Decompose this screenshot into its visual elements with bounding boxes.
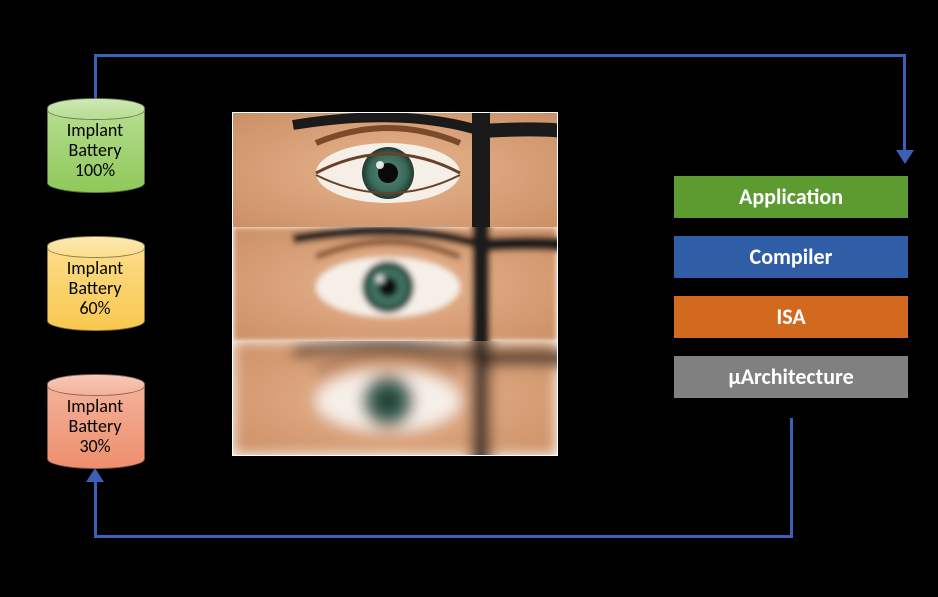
- battery-100-label: Implant: [47, 120, 143, 140]
- arrow-top-vert-right: [903, 54, 906, 152]
- arrow-top-horiz: [94, 54, 906, 57]
- arrow-bot-horiz: [94, 535, 793, 538]
- battery-100-label2: Battery: [47, 140, 143, 160]
- battery-60: Implant Battery 60%: [47, 246, 143, 330]
- eye-image-medium: [233, 227, 557, 341]
- arrow-bot-vert-left: [94, 480, 97, 538]
- eye-image-sharp: [233, 113, 557, 227]
- stack-application-label: Application: [739, 183, 843, 210]
- stack-compiler-label: Compiler: [750, 243, 833, 270]
- stack-isa-label: ISA: [776, 303, 805, 330]
- stack-compiler: Compiler: [672, 234, 910, 280]
- arrow-bot-vert-right: [790, 418, 793, 538]
- arrow-top-vert-left: [94, 54, 97, 104]
- battery-30-label: Implant: [47, 396, 143, 416]
- battery-60-label: Implant: [47, 258, 143, 278]
- battery-100: Implant Battery 100%: [47, 108, 143, 192]
- battery-100-pct: 100%: [47, 160, 143, 180]
- stack-uarchitecture: µArchitecture: [672, 354, 910, 400]
- battery-30: Implant Battery 30%: [47, 384, 143, 468]
- eye-image-blurry: [233, 341, 557, 455]
- battery-30-pct: 30%: [47, 436, 143, 456]
- stack-application: Application: [672, 174, 910, 220]
- stack-isa: ISA: [672, 294, 910, 340]
- battery-30-label2: Battery: [47, 416, 143, 436]
- stack-uarchitecture-label: µArchitecture: [728, 363, 853, 390]
- battery-60-pct: 60%: [47, 298, 143, 318]
- arrow-bot-head-icon: [86, 468, 104, 482]
- battery-60-label2: Battery: [47, 278, 143, 298]
- eye-image-panel: [232, 112, 558, 456]
- arrow-top-head-icon: [896, 150, 914, 164]
